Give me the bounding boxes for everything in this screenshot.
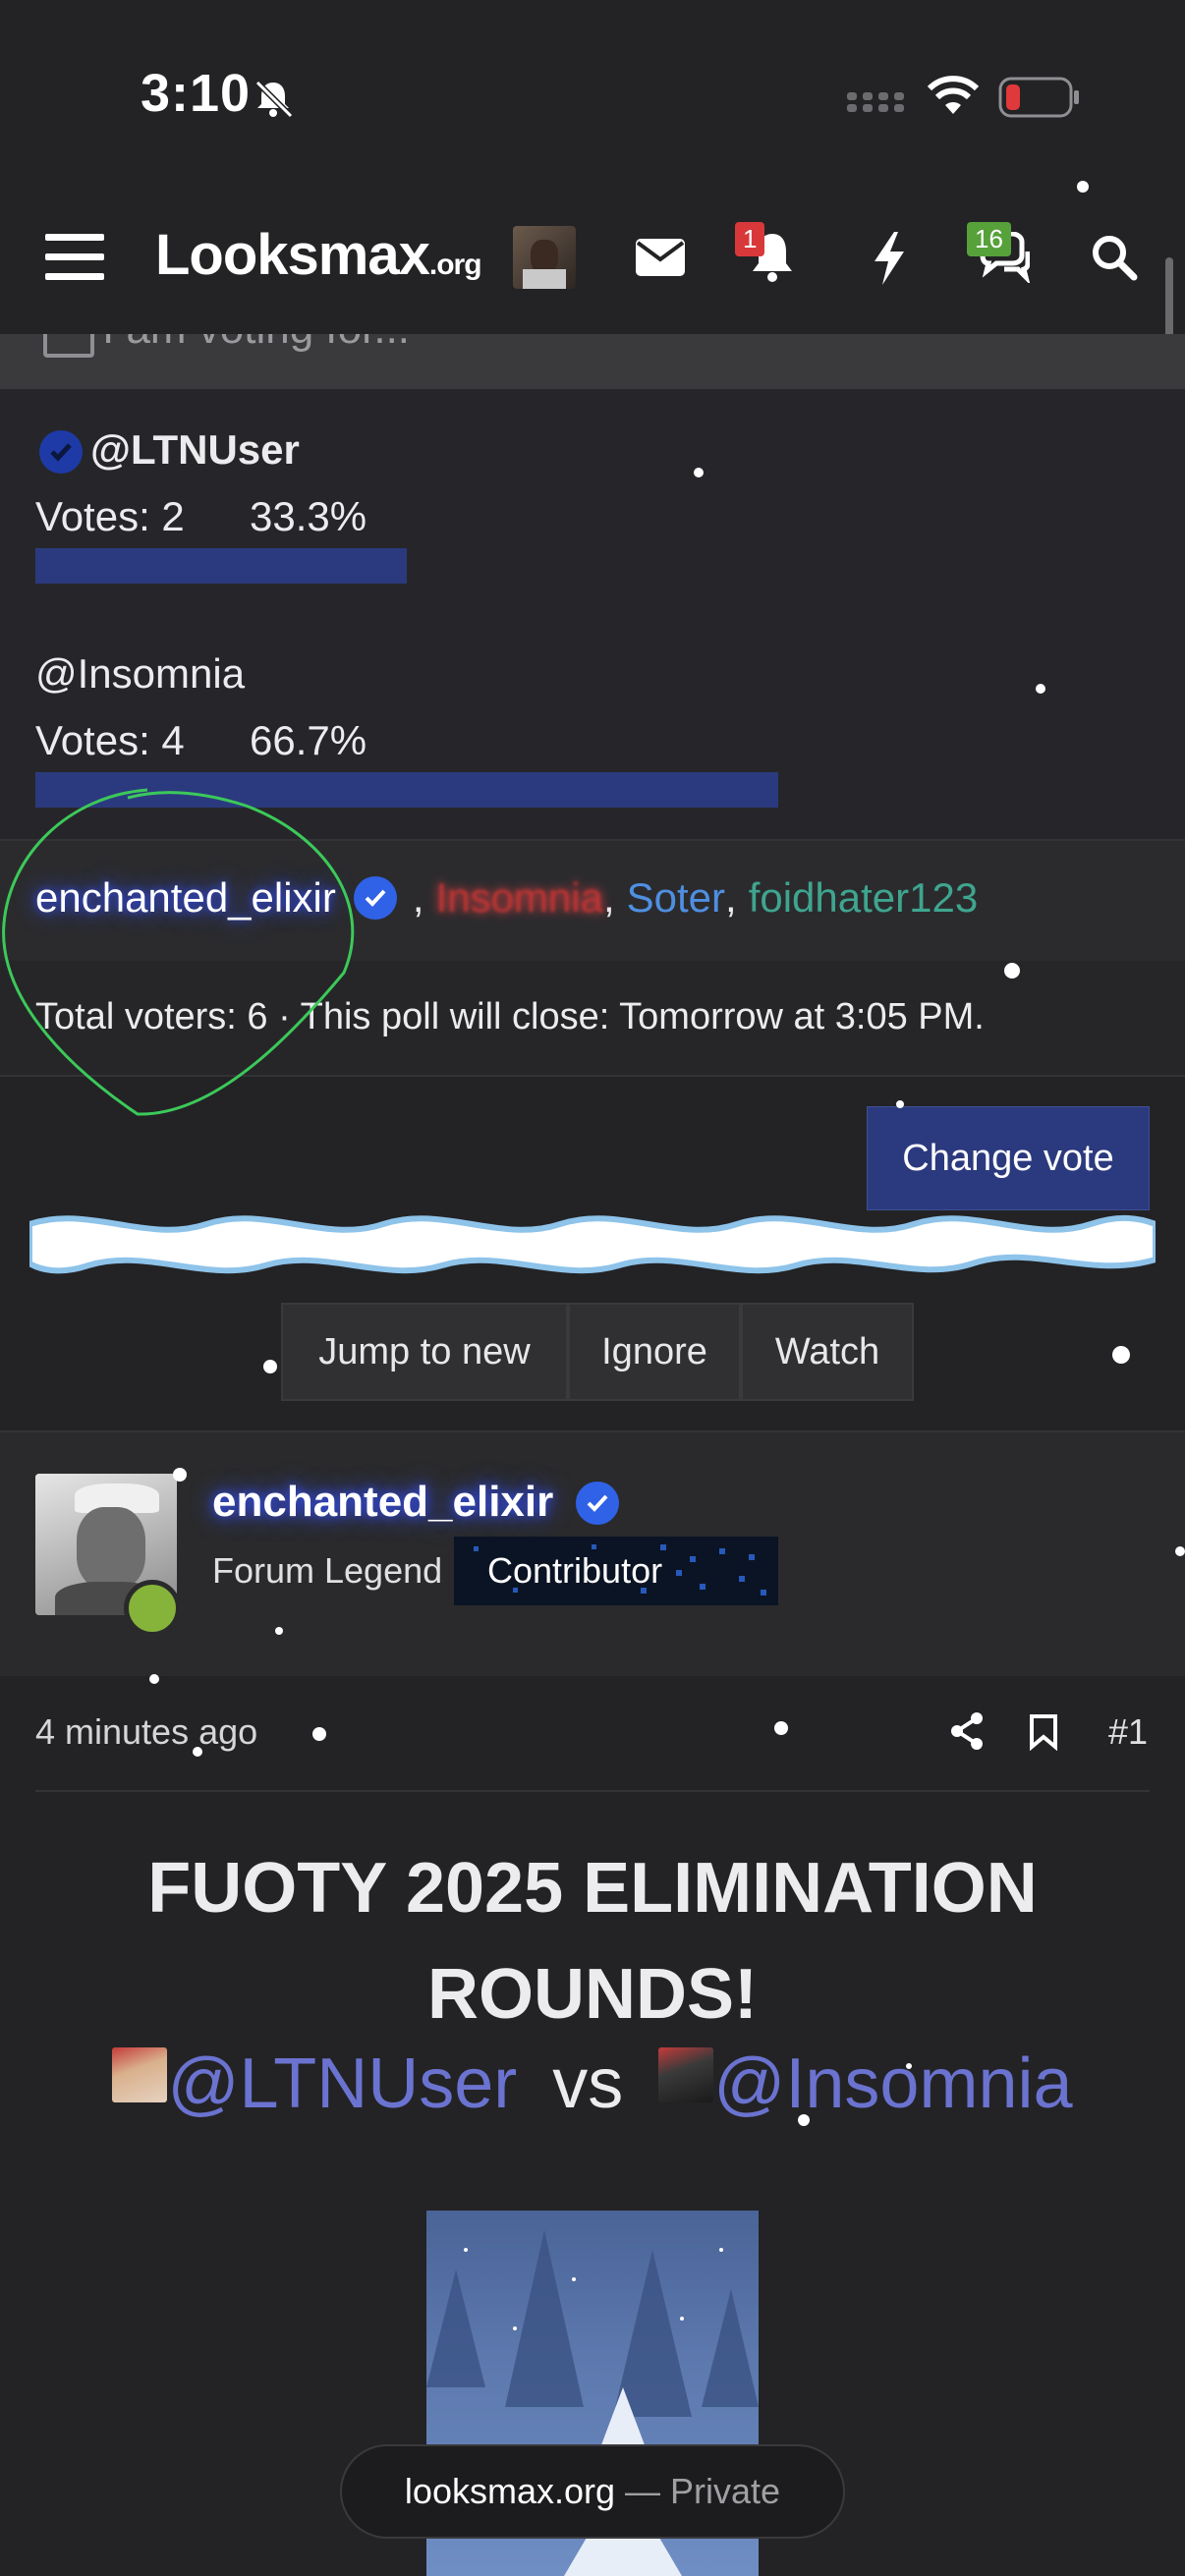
mention-link[interactable]: @LTNUser	[167, 2044, 517, 2123]
voter-link[interactable]: Soter	[627, 874, 725, 922]
checkbox-icon	[43, 334, 94, 358]
snowflake	[1112, 1346, 1130, 1364]
url-domain: looksmax.org	[404, 2471, 616, 2511]
poll-option-bar	[35, 548, 407, 584]
logo-suffix: .org	[428, 249, 482, 281]
browser-url-bar[interactable]: looksmax.org — Private	[340, 2444, 845, 2539]
versus-text: vs	[552, 2044, 624, 2123]
poll-results: @LTNUser Votes: 2 33.3% @Insomnia Votes:…	[0, 389, 1185, 839]
voter-separator: ,	[725, 874, 737, 921]
status-bar: 3:10	[0, 0, 1185, 187]
snowflake	[694, 468, 704, 477]
snow-wave-divider	[29, 1214, 1156, 1274]
poll-option-votes: Votes: 2	[35, 493, 185, 539]
wifi-icon	[928, 76, 979, 114]
hand-drawn-circle-annotation	[2, 788, 355, 1116]
inbox-envelope-icon[interactable]	[635, 238, 686, 277]
change-vote-button[interactable]: Change vote	[867, 1106, 1150, 1210]
top-navbar: Looksmax.org 1 16	[0, 187, 1185, 334]
verified-badge-icon	[39, 430, 83, 474]
verified-badge-icon	[576, 1482, 619, 1525]
share-icon[interactable]	[949, 1711, 985, 1751]
poll-option-name: @Insomnia	[35, 650, 246, 697]
poll-option-votes: Votes: 4	[35, 717, 185, 763]
post-number-link[interactable]: #1	[1108, 1711, 1148, 1753]
thread-action-group: Jump to new Ignore Watch	[281, 1303, 914, 1401]
post-timestamp[interactable]: 4 minutes ago	[35, 1711, 257, 1752]
poll-option-percent: 33.3%	[250, 493, 367, 539]
post-matchup-line: @LTNUser vs @Insomnia	[0, 2044, 1185, 2124]
online-status-indicator	[124, 1580, 181, 1637]
snowflake	[798, 2114, 810, 2126]
voter-link[interactable]: foidhater123	[749, 874, 979, 922]
voter-link[interactable]: Insomnia	[436, 874, 603, 922]
poll-option-percent: 66.7%	[250, 717, 367, 763]
contributor-label: Contributor	[487, 1550, 663, 1591]
mention-avatar	[112, 2047, 168, 2102]
private-mode-label: — Private	[625, 2471, 781, 2511]
user-avatar[interactable]	[513, 226, 576, 289]
author-rank: Forum Legend	[212, 1550, 443, 1591]
clock: 3:10	[141, 64, 252, 123]
post-divider	[35, 1790, 1150, 1792]
hamburger-menu-icon[interactable]	[45, 232, 104, 283]
snowflake	[1077, 181, 1089, 193]
snowflake	[193, 1747, 202, 1757]
snowflake	[312, 1727, 326, 1741]
snowflake	[896, 1100, 904, 1108]
logo-text: Looksmax	[155, 223, 430, 287]
site-logo[interactable]: Looksmax.org	[155, 222, 482, 288]
voter-separator: ,	[412, 874, 424, 921]
snowflake	[149, 1674, 159, 1684]
search-icon[interactable]	[1091, 234, 1138, 281]
snowflake	[275, 1627, 283, 1635]
mention-avatar	[658, 2047, 714, 2102]
watch-button[interactable]: Watch	[741, 1303, 914, 1401]
snowflake	[1036, 684, 1045, 694]
mention-link[interactable]: @Insomnia	[713, 2044, 1072, 2123]
snowflake	[173, 1468, 187, 1482]
post-headline: FUOTY 2025 ELIMINATION ROUNDS!	[147, 1849, 1038, 2034]
contributor-banner: Contributor	[454, 1537, 778, 1605]
poll-header: I am voting for...	[0, 334, 1185, 389]
battery-icon	[998, 77, 1079, 118]
snowflake	[1004, 963, 1020, 979]
poll-option-name: @LTNUser	[90, 426, 300, 473]
snowflake	[1175, 1546, 1185, 1556]
cellular-signal-icon	[847, 92, 904, 112]
conversations-count-badge: 16	[967, 222, 1011, 256]
alerts-count-badge: 1	[735, 222, 765, 256]
jump-to-new-button[interactable]: Jump to new	[281, 1303, 568, 1401]
voter-separator: ,	[602, 874, 615, 921]
snowflake	[906, 2063, 912, 2069]
snowflake	[774, 1721, 788, 1735]
snowflake	[263, 1360, 277, 1373]
ignore-button[interactable]: Ignore	[568, 1303, 741, 1401]
silent-mode-icon	[254, 80, 294, 119]
author-username[interactable]: enchanted_elixir	[212, 1478, 553, 1527]
poll-question: I am voting for...	[102, 334, 410, 354]
bookmark-icon[interactable]	[1028, 1713, 1059, 1751]
whats-new-lightning-icon[interactable]	[869, 230, 908, 287]
